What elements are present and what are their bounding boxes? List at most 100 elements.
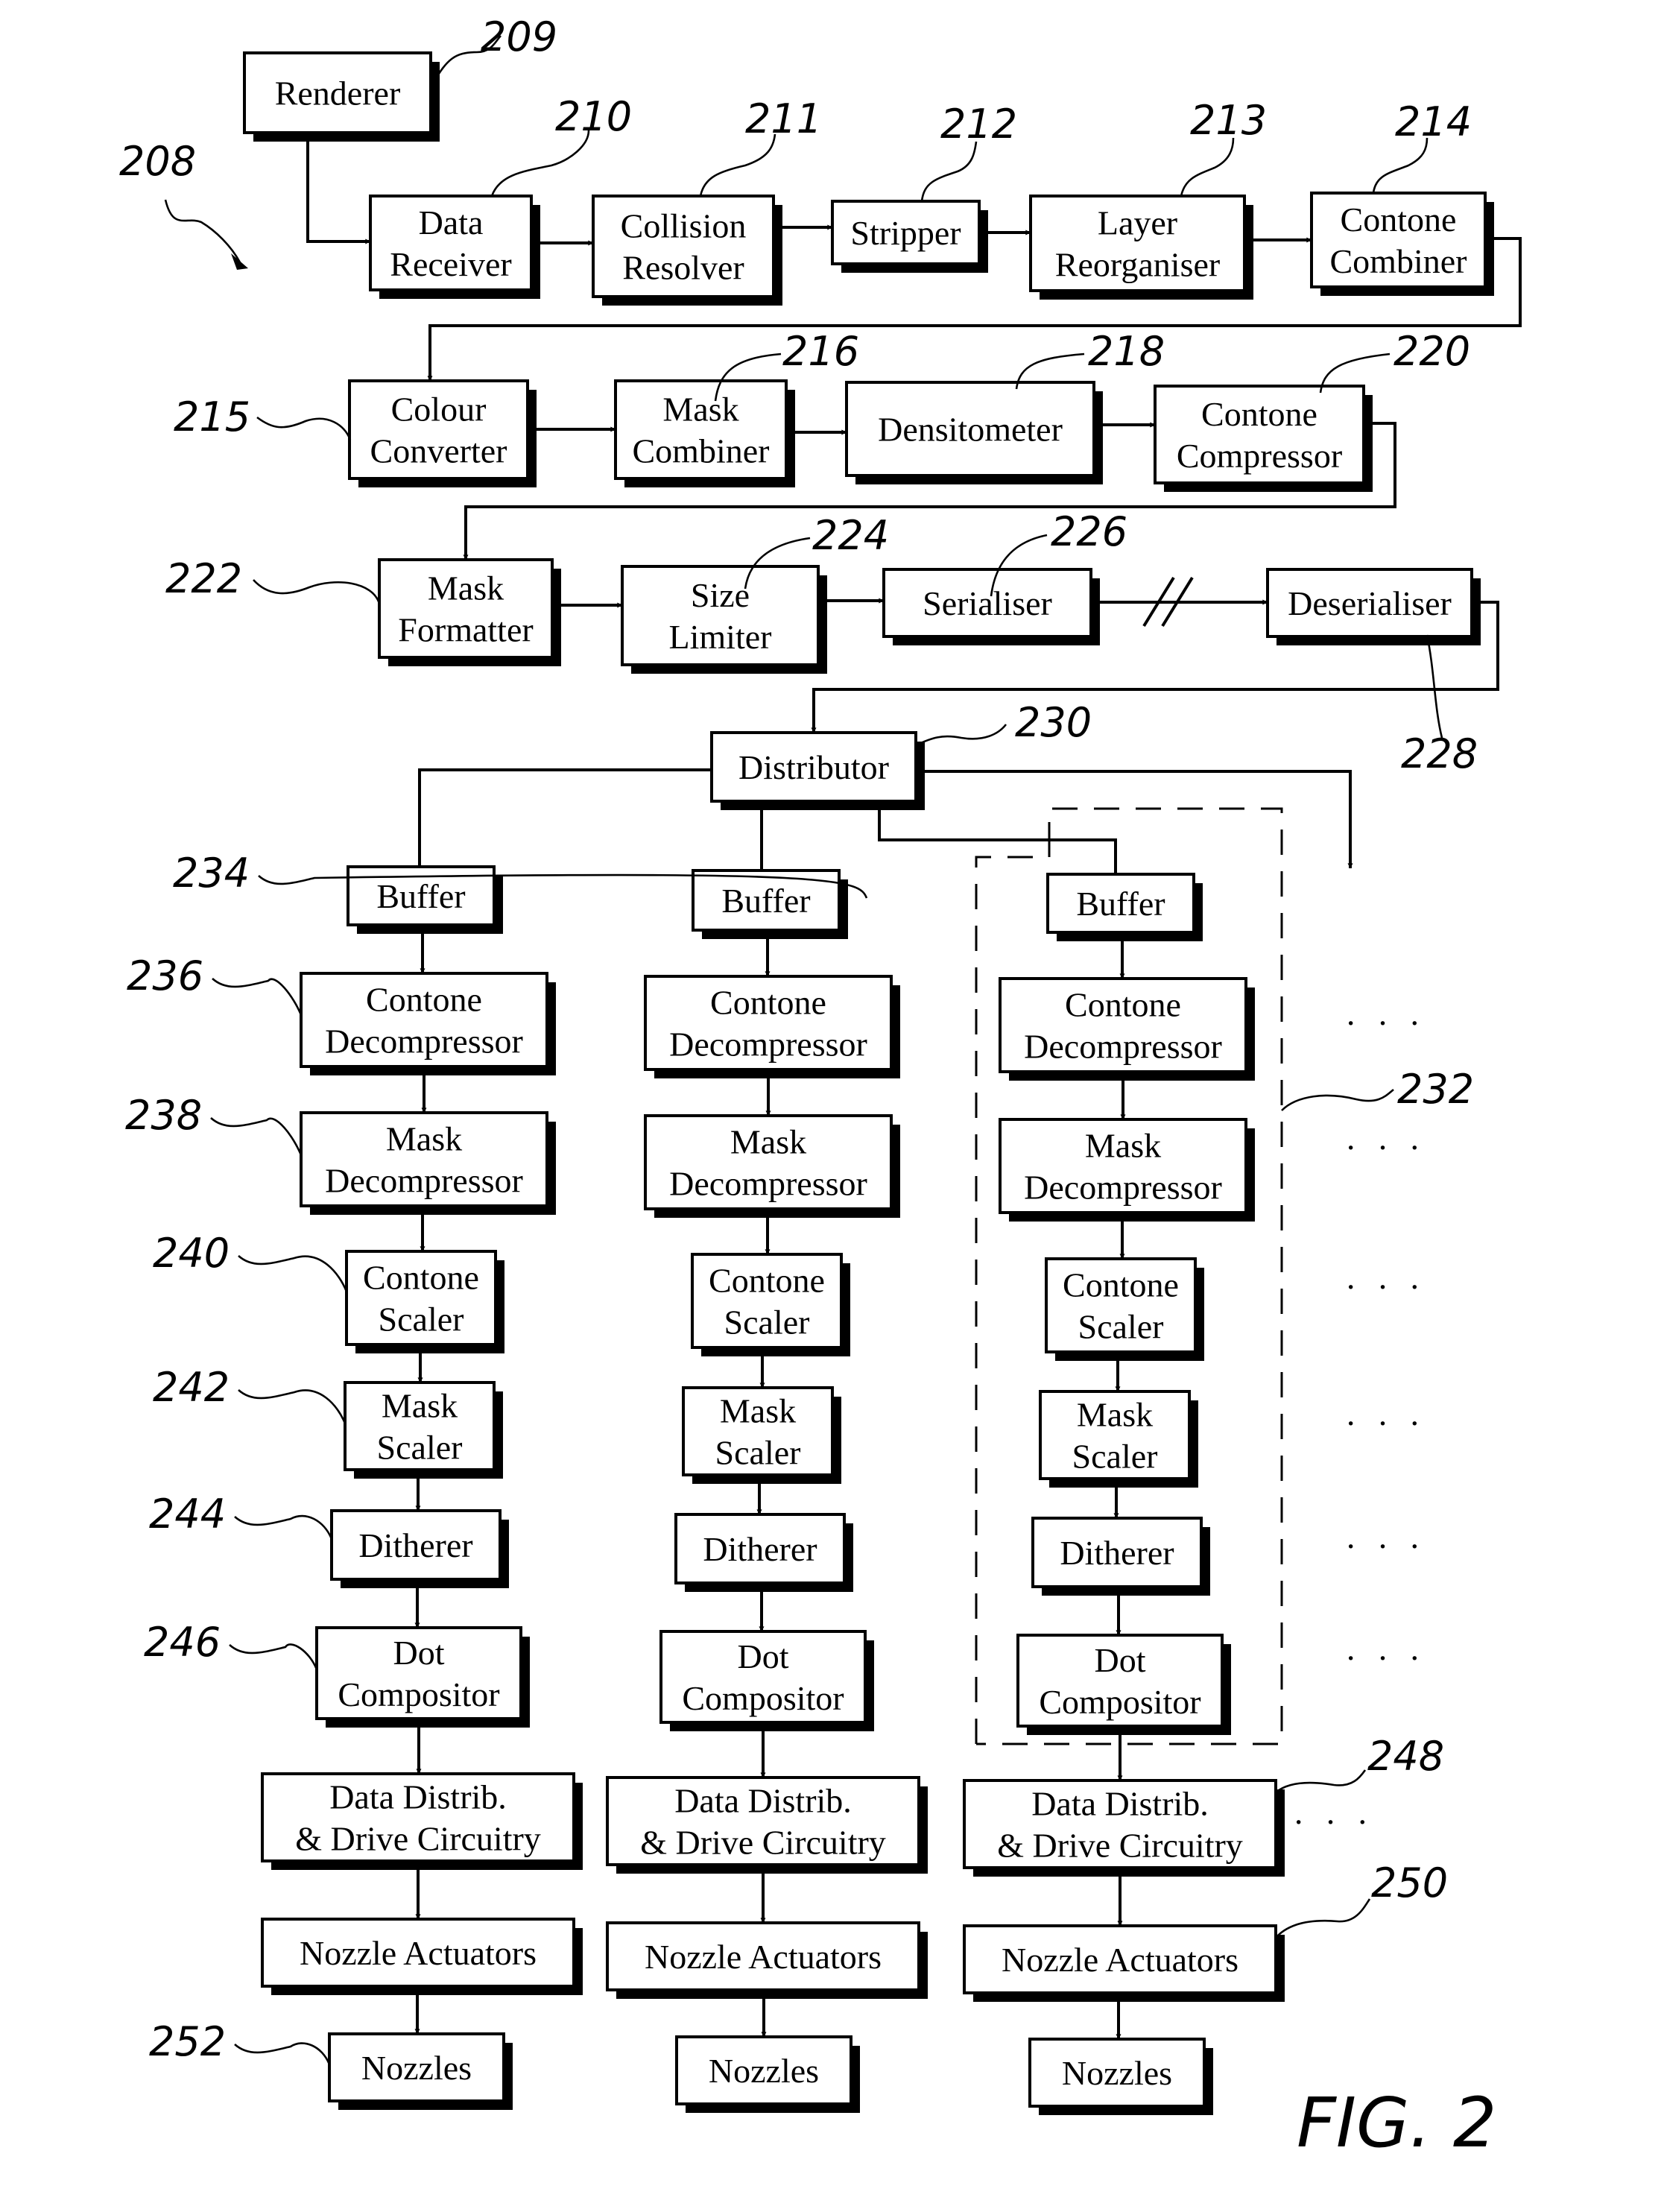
ref-218: 218: [1088, 328, 1165, 375]
ref-209: 209: [481, 13, 557, 60]
col2-dot-compositor-block: Dot Compositor: [659, 1630, 874, 1731]
col2-mask-scaler-label: Scaler: [715, 1434, 801, 1472]
leader-215: [256, 416, 352, 440]
col2-data-distrib-label: & Drive Circuitry: [640, 1824, 886, 1862]
data-receiver-label: Receiver: [390, 245, 511, 283]
col3-contone-scaler-block: Contone Scaler: [1045, 1257, 1204, 1361]
ref-220: 220: [1393, 328, 1470, 375]
col1-nozzles-label: Nozzles: [361, 2049, 472, 2087]
col2-dot-compositor-label: Compositor: [682, 1679, 844, 1717]
col3-contone-scaler-label: Contone: [1063, 1266, 1179, 1304]
leader-210: [490, 130, 590, 197]
col3-dot-compositor-block: Dot Compositor: [1016, 1634, 1231, 1735]
mask-combiner-label: Mask: [662, 391, 738, 429]
col1-data-distrib-block: Data Distrib. & Drive Circuitry: [261, 1772, 583, 1870]
ref-246: 246: [144, 1619, 221, 1666]
figure-label: FIG. 2: [1297, 2083, 1496, 2163]
col2-dot-compositor-label: Dot: [738, 1637, 789, 1675]
col2-mask-decompressor-label: Decompressor: [669, 1165, 867, 1203]
col3-buffer-label: Buffer: [1076, 885, 1165, 923]
colour-converter-block: ColourConverter: [348, 379, 537, 487]
col2-nozzle-actuators-block: Nozzle Actuators: [606, 1921, 928, 1999]
col3-nozzle-actuators-label: Nozzle Actuators: [1002, 1941, 1238, 1979]
densitometer-label: Densitometer: [878, 411, 1063, 449]
more-channels-ellipsis: · · ·: [1293, 1803, 1374, 1841]
ref-213: 213: [1190, 97, 1267, 144]
col3-mask-scaler-label: Mask: [1077, 1396, 1153, 1434]
col1-data-distrib-label: & Drive Circuitry: [295, 1820, 541, 1858]
leader-246: [229, 1643, 318, 1670]
ref-226: 226: [1051, 508, 1127, 555]
col1-mask-decompressor-label: Mask: [386, 1120, 462, 1158]
col1-dot-compositor-block: DotCompositor: [315, 1626, 530, 1728]
col1-mask-scaler-label: Mask: [382, 1387, 458, 1425]
distributor-to-column-1: [417, 768, 712, 882]
size-limiter-label: Limiter: [669, 618, 772, 656]
col1-contone-decompressor-label: Decompressor: [325, 1023, 523, 1061]
densitometer-block: Densitometer: [845, 381, 1103, 484]
ref-232: 232: [1397, 1066, 1474, 1113]
ref-222: 222: [165, 555, 242, 602]
col2-contone-decompressor-block: Contone Decompressor: [644, 975, 900, 1078]
col3-mask-decompressor-block: Mask Decompressor: [999, 1118, 1255, 1222]
col3-contone-decompressor-block: Contone Decompressor: [999, 977, 1255, 1081]
col3-dot-compositor-label: Dot: [1095, 1641, 1146, 1679]
ref-210: 210: [555, 93, 632, 140]
more-channels-ellipsis: · · ·: [1345, 1527, 1426, 1565]
col1-nozzle-actuators-label: Nozzle Actuators: [300, 1934, 537, 1972]
ref-208-arrowhead: [231, 253, 248, 270]
ref-208: 208: [119, 138, 196, 185]
ref-224: 224: [812, 512, 889, 559]
distributor-to-more-columns: [916, 770, 1353, 869]
col3-mask-scaler-block: Mask Scaler: [1039, 1390, 1198, 1488]
leader-244: [234, 1514, 333, 1540]
col2-ditherer-block: Ditherer: [674, 1513, 853, 1592]
print-pipeline-diagram: · · · · · · · · · · · · · · · · · · · · · Rend…: [119, 13, 1522, 2163]
col2-nozzles-label: Nozzles: [709, 2052, 819, 2090]
ref-215: 215: [174, 394, 250, 440]
col1-ditherer-label: Ditherer: [358, 1526, 472, 1564]
leader-238: [210, 1117, 303, 1156]
leader-250: [1275, 1898, 1371, 1938]
col3-data-distrib-block: Data Distrib. & Drive Circuitry: [963, 1779, 1285, 1877]
col1-ditherer-block: Ditherer: [330, 1509, 509, 1588]
more-channels-ellipsis: · · ·: [1345, 1128, 1426, 1166]
renderer-block: Renderer: [243, 51, 440, 142]
col2-data-distrib-label: Data Distrib.: [674, 1782, 852, 1820]
mask-formatter-label: Formatter: [398, 611, 533, 649]
ref-234: 234: [173, 850, 250, 897]
col3-ditherer-block: Ditherer: [1031, 1517, 1210, 1596]
mask-formatter-block: Mask Formatter: [378, 558, 561, 666]
col1-contone-scaler-block: Contone Scaler: [345, 1250, 504, 1353]
col3-data-distrib-label: Data Distrib.: [1031, 1785, 1209, 1823]
ref-214: 214: [1395, 98, 1472, 145]
col3-contone-decompressor-label: Contone: [1065, 986, 1181, 1024]
collision-resolver-label: Resolver: [622, 249, 744, 287]
deserialiser-block: Deserialiser: [1266, 568, 1481, 645]
more-channels-ellipsis: · · ·: [1345, 1404, 1426, 1442]
leader-236: [212, 978, 303, 1016]
col2-nozzle-actuators-label: Nozzle Actuators: [645, 1938, 882, 1976]
col3-mask-scaler-label: Scaler: [1072, 1438, 1158, 1476]
leader-208: [164, 199, 241, 263]
contone-compressor-label: Compressor: [1177, 437, 1342, 475]
collision-resolver-block: Collision Resolver: [592, 195, 782, 306]
stripper-block: Stripper: [831, 200, 988, 273]
leader-252: [234, 2042, 331, 2065]
contone-combiner-label: Combiner: [1330, 242, 1467, 280]
col1-contone-scaler-label: Scaler: [379, 1301, 464, 1339]
ref-230: 230: [1015, 699, 1092, 746]
col1-nozzles-block: Nozzles: [328, 2032, 513, 2110]
ref-216: 216: [782, 328, 859, 375]
col2-contone-scaler-block: Contone Scaler: [691, 1253, 850, 1356]
col2-mask-decompressor-label: Mask: [730, 1123, 806, 1161]
col1-buffer-label: Buffer: [376, 877, 465, 915]
renderer-to-data-receiver: [306, 133, 371, 244]
col3-nozzles-label: Nozzles: [1062, 2054, 1172, 2092]
ref-236: 236: [127, 952, 203, 999]
layer-reorganiser-label: Reorganiser: [1055, 246, 1220, 284]
mask-combiner-label: Combiner: [633, 432, 770, 470]
leader-222: [253, 579, 381, 604]
ref-248: 248: [1367, 1733, 1444, 1780]
ref-228: 228: [1401, 730, 1478, 777]
